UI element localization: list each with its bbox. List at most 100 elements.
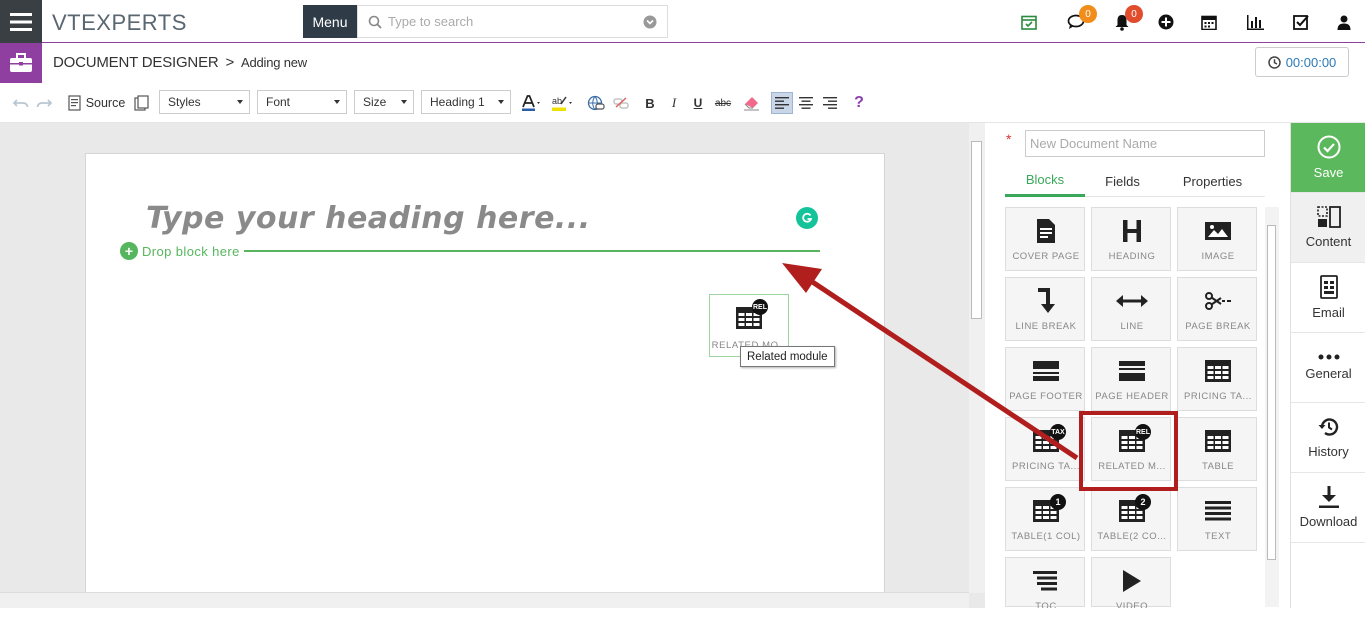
user-icon[interactable] xyxy=(1333,11,1355,33)
search-icon xyxy=(368,15,382,29)
text-icon xyxy=(1178,498,1258,524)
block-label: HEADING xyxy=(1108,251,1156,262)
redo-icon[interactable] xyxy=(35,93,53,113)
save-label: Save xyxy=(1313,165,1344,180)
page-footer-icon xyxy=(1006,358,1086,384)
help-icon[interactable]: ? xyxy=(850,93,868,113)
add-block-icon[interactable]: + xyxy=(120,242,138,260)
content-button[interactable]: Content xyxy=(1291,193,1365,263)
font-select[interactable]: Font xyxy=(257,90,347,114)
menu-button[interactable]: Menu xyxy=(303,5,357,38)
logo: VTEXPERTS xyxy=(52,10,187,35)
bell-icon[interactable]: 0 xyxy=(1111,5,1143,33)
canvas-scroll-thumb[interactable] xyxy=(971,141,982,319)
underline-icon[interactable]: U xyxy=(690,93,706,113)
reports-chart-icon[interactable] xyxy=(1244,11,1266,33)
block-label: PRICING TA... xyxy=(1184,391,1252,402)
canvas-horizontal-scrollbar[interactable] xyxy=(0,592,969,608)
align-left-icon[interactable] xyxy=(771,92,793,114)
block-video[interactable]: VIDEO xyxy=(1091,557,1172,612)
tooltip: Related module xyxy=(740,346,835,367)
hamburger-menu-icon[interactable] xyxy=(0,0,42,43)
rel-badge: REL xyxy=(1135,424,1151,440)
italic-icon[interactable]: I xyxy=(666,93,682,113)
unlink-icon[interactable] xyxy=(611,93,631,113)
text-color-icon[interactable] xyxy=(520,93,544,113)
download-button[interactable]: Download xyxy=(1291,473,1365,543)
size-label: Size xyxy=(363,95,387,109)
tab-blocks[interactable]: Blocks xyxy=(1005,165,1085,197)
remove-format-icon[interactable] xyxy=(742,93,762,113)
download-icon xyxy=(1318,486,1339,508)
drop-zone-line xyxy=(243,250,820,252)
tasks-check-icon[interactable] xyxy=(1290,11,1312,33)
block-toc[interactable]: TOC xyxy=(1005,557,1085,612)
canvas-vertical-scrollbar[interactable] xyxy=(969,123,985,593)
svg-text:ab: ab xyxy=(552,96,562,106)
strikethrough-icon[interactable]: abc xyxy=(712,93,734,113)
check-circle-icon xyxy=(1317,135,1341,159)
bold-icon[interactable]: B xyxy=(642,93,658,113)
block-label: TABLE(2 CO... xyxy=(1097,531,1167,542)
blocks-scrollbar[interactable] xyxy=(1265,207,1279,607)
tab-properties[interactable]: Properties xyxy=(1160,165,1265,197)
timer-value: 00:00:00 xyxy=(1285,54,1337,70)
play-icon xyxy=(1092,568,1172,594)
block-pricing-table-tax[interactable]: TAX PRICING TA... xyxy=(1005,417,1085,481)
table-icon xyxy=(1006,498,1086,524)
background-color-icon[interactable]: ab xyxy=(550,93,576,113)
size-select[interactable]: Size xyxy=(354,90,414,114)
block-table[interactable]: TABLE xyxy=(1177,417,1257,481)
more-dots-icon xyxy=(1318,354,1340,360)
module-name[interactable]: DOCUMENT DESIGNER xyxy=(53,54,219,71)
table-icon xyxy=(1006,428,1086,454)
search-input[interactable] xyxy=(382,7,643,36)
block-heading[interactable]: HEADING xyxy=(1091,207,1171,271)
tab-fields[interactable]: Fields xyxy=(1085,165,1160,197)
source-button[interactable]: Source xyxy=(66,93,126,113)
chat-icon[interactable]: 0 xyxy=(1065,5,1097,33)
align-right-icon[interactable] xyxy=(820,93,840,113)
undo-icon[interactable] xyxy=(12,93,30,113)
calendar-icon[interactable] xyxy=(1198,11,1220,33)
history-button[interactable]: History xyxy=(1291,403,1365,473)
general-button[interactable]: General xyxy=(1291,333,1365,403)
calendar-check-icon[interactable] xyxy=(1018,11,1040,33)
block-label: LINE BREAK xyxy=(1015,321,1077,332)
block-page-break[interactable]: PAGE BREAK xyxy=(1177,277,1257,341)
styles-select[interactable]: Styles xyxy=(159,90,250,114)
timer-button[interactable]: 00:00:00 xyxy=(1255,47,1349,77)
blocks-scroll-thumb[interactable] xyxy=(1267,225,1276,560)
briefcase-icon[interactable] xyxy=(0,43,42,83)
add-circle-icon[interactable] xyxy=(1155,11,1177,33)
block-label: RELATED M... xyxy=(1098,461,1166,472)
save-button[interactable]: Save xyxy=(1291,123,1365,193)
block-pricing-table[interactable]: PRICING TA... xyxy=(1177,347,1257,411)
block-related-module[interactable]: REL RELATED M... xyxy=(1091,417,1171,481)
content-label: Content xyxy=(1305,234,1352,249)
block-image[interactable]: IMAGE xyxy=(1177,207,1257,271)
search-dropdown-icon[interactable] xyxy=(643,15,657,29)
document-name-input[interactable] xyxy=(1025,130,1265,157)
block-label: IMAGE xyxy=(1201,251,1235,262)
link-icon[interactable] xyxy=(586,93,606,113)
block-line-break[interactable]: LINE BREAK xyxy=(1005,277,1085,341)
block-text[interactable]: TEXT xyxy=(1177,487,1257,551)
block-table-2-col[interactable]: 2 TABLE(2 CO... xyxy=(1091,487,1171,551)
block-cover-page[interactable]: COVER PAGE xyxy=(1005,207,1085,271)
format-select[interactable]: Heading 1 xyxy=(421,90,511,114)
block-table-1-col[interactable]: 1 TABLE(1 COL) xyxy=(1005,487,1085,551)
heading-placeholder[interactable]: Type your heading here... xyxy=(146,201,591,236)
block-line[interactable]: LINE xyxy=(1091,277,1171,341)
block-page-footer[interactable]: PAGE FOOTER xyxy=(1005,347,1085,411)
chat-badge: 0 xyxy=(1079,5,1097,23)
block-label: PAGE HEADER xyxy=(1095,391,1169,402)
drop-zone[interactable]: + Drop block here xyxy=(120,241,820,261)
grammarly-icon[interactable] xyxy=(796,207,818,229)
document-page[interactable]: Type your heading here... + Drop block h… xyxy=(85,153,885,613)
email-button[interactable]: Email xyxy=(1291,263,1365,333)
align-center-icon[interactable] xyxy=(796,93,816,113)
block-page-header[interactable]: PAGE HEADER xyxy=(1091,347,1171,411)
preview-icon[interactable] xyxy=(132,93,150,113)
table-icon xyxy=(1178,428,1258,454)
